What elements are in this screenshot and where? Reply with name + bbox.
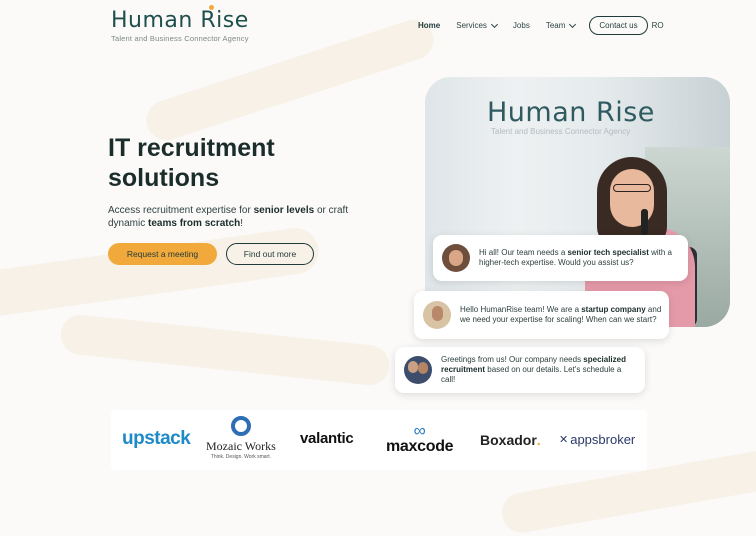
mozaic-tagline: Think. Design. Work smart. <box>210 454 271 460</box>
logo-dot-icon <box>209 5 214 10</box>
client-logos: upstack Mozaic Works Think. Design. Work… <box>111 410 647 470</box>
photo-sign-sub: Talent and Business Connector Agency <box>491 127 631 136</box>
appsbroker-name: appsbroker <box>570 432 636 447</box>
glasses-icon <box>613 184 651 192</box>
background-stroke <box>58 312 392 388</box>
subtext-part: Access recruitment expertise for <box>108 205 254 216</box>
chat-text: Hello HumanRise team! We are a startup c… <box>460 305 665 325</box>
nav-services-label: Services <box>456 21 487 30</box>
hero-photo: Human Rise Talent and Business Connector… <box>425 77 730 327</box>
chat-text-part: Hi all! Our team needs a <box>479 248 568 257</box>
maxcode-infinity-icon: ∞ <box>413 421 426 440</box>
language-switch[interactable]: RO <box>652 21 664 30</box>
nav-jobs[interactable]: Jobs <box>513 21 530 30</box>
boxador-dot: . <box>536 432 541 448</box>
chat-text-bold: startup company <box>581 305 646 314</box>
mozaic-name: Mozaic Works <box>206 439 276 453</box>
subtext-bold: senior levels <box>253 205 315 216</box>
nav-services[interactable]: Services <box>456 20 498 30</box>
client-logo-boxador: Boxador. <box>480 432 541 448</box>
main-nav: Home Services Jobs Team Contact us RO <box>418 16 664 35</box>
client-logo-appsbroker: ✕ appsbroker <box>559 432 635 447</box>
chevron-down-icon <box>569 20 577 28</box>
chat-text: Hi all! Our team needs a senior tech spe… <box>479 248 684 268</box>
nav-home[interactable]: Home <box>418 21 440 30</box>
background-stroke <box>0 225 322 321</box>
photo-sign: Human Rise <box>487 97 655 128</box>
client-logo-mozaic-works: Mozaic Works Think. Design. Work smart. <box>206 416 276 460</box>
chevron-down-icon <box>490 20 498 28</box>
client-logo-upstack: upstack <box>122 428 191 449</box>
nav-home-label: Home <box>418 21 441 30</box>
nav-team-label: Team <box>545 21 566 30</box>
hero-headline: IT recruitment solutions <box>108 133 338 193</box>
logo-tagline: Talent and Business Connector Agency <box>111 34 249 43</box>
chat-text-part: Hello HumanRise team! We are a <box>460 305 582 314</box>
nav-team[interactable]: Team <box>545 20 577 30</box>
avatar <box>423 301 451 329</box>
chat-bubble: Hello HumanRise team! We are a startup c… <box>414 291 669 339</box>
avatar <box>404 356 432 384</box>
chat-bubble: Greetings from us! Our company needs spe… <box>395 347 645 393</box>
headline-line-2: solutions <box>108 164 220 192</box>
mozaic-ring-icon <box>230 416 251 436</box>
site-logo[interactable]: Human Rise Talent and Business Connector… <box>111 5 249 43</box>
subtext-bold: teams from scratch <box>148 218 241 229</box>
find-out-more-button[interactable]: Find out more <box>226 243 314 265</box>
appsbroker-icon: ✕ <box>559 434 569 446</box>
hero-subtext: Access recruitment expertise for senior … <box>108 204 368 230</box>
headline-line-1: IT recruitment <box>108 134 275 162</box>
chat-text: Greetings from us! Our company needs spe… <box>441 355 631 385</box>
chat-text-part: Greetings from us! Our company needs <box>441 355 584 364</box>
phone-icon <box>641 209 648 235</box>
avatar <box>442 244 470 272</box>
client-logo-valantic: valantic <box>300 430 354 447</box>
boxador-name: Boxador <box>480 432 537 448</box>
request-meeting-button[interactable]: Request a meeting <box>108 243 217 265</box>
contact-us-button[interactable]: Contact us <box>589 16 648 35</box>
chat-bubble: Hi all! Our team needs a senior tech spe… <box>433 235 688 281</box>
client-logo-maxcode: ∞ maxcode <box>386 421 454 456</box>
logo-wordmark: Human Rise <box>111 8 249 33</box>
maxcode-name: maxcode <box>386 438 454 455</box>
subtext-part: ! <box>240 218 244 229</box>
nav-jobs-label: Jobs <box>512 21 530 30</box>
chat-text-bold: senior tech specialist <box>567 248 649 257</box>
